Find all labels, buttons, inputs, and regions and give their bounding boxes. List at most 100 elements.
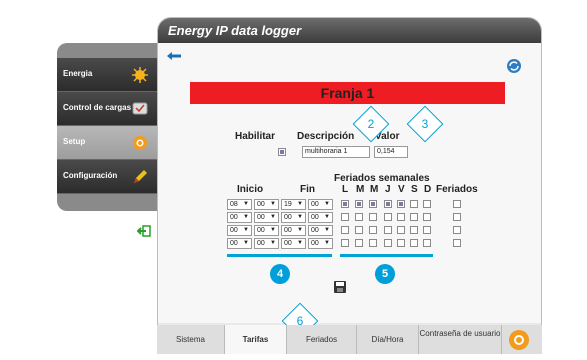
feriados-checkbox[interactable]: [453, 200, 461, 208]
day-checkbox[interactable]: [355, 213, 363, 221]
chevron-down-icon: ▼: [297, 214, 303, 220]
sidebar-item-label: Configuración: [63, 171, 118, 180]
day-checkbox[interactable]: [355, 239, 363, 247]
inicio-hour-select[interactable]: 08 ▼: [227, 199, 252, 210]
day-checkbox[interactable]: [410, 239, 418, 247]
sidebar-item-energia[interactable]: Energia: [57, 58, 157, 92]
sidebar-item-control-de-cargas[interactable]: Control de cargas: [57, 92, 157, 126]
day-checkbox[interactable]: [341, 213, 349, 221]
inicio-minute-select[interactable]: 00 ▼: [254, 199, 279, 210]
select-value: 00: [284, 240, 292, 247]
fin-minute-select[interactable]: 00 ▼: [308, 199, 333, 210]
inicio-hour-select[interactable]: 00 ▼: [227, 238, 252, 249]
chevron-down-icon: ▼: [324, 201, 330, 207]
day-checkbox[interactable]: [384, 239, 392, 247]
day-checkbox[interactable]: [341, 200, 349, 208]
feriados-checkbox[interactable]: [453, 226, 461, 234]
refresh-icon[interactable]: [506, 58, 522, 74]
day-checkbox[interactable]: [397, 239, 405, 247]
select-value: 00: [311, 227, 319, 234]
valor-input[interactable]: 0,154: [374, 146, 408, 158]
chevron-down-icon: ▼: [324, 214, 330, 220]
day-checkbox[interactable]: [397, 226, 405, 234]
tab-dia-hora[interactable]: Día/Hora: [357, 325, 419, 354]
select-value: 00: [257, 240, 265, 247]
sidebar-item-configuracion[interactable]: Configuración: [57, 160, 157, 194]
day-checkbox[interactable]: [423, 213, 431, 221]
page-title: Franja 1: [320, 85, 375, 101]
gear-icon[interactable]: [508, 329, 530, 351]
tab-feriados[interactable]: Feriados: [287, 325, 357, 354]
tab-contrasena[interactable]: Contraseña de usuario: [419, 325, 502, 354]
day-checkbox[interactable]: [397, 213, 405, 221]
select-value: 00: [311, 214, 319, 221]
day-checkbox[interactable]: [423, 226, 431, 234]
habilitar-label: Habilitar: [235, 131, 276, 142]
select-value: 08: [230, 201, 238, 208]
days-highlight-bar: [340, 254, 433, 257]
feriados-checkbox[interactable]: [453, 239, 461, 247]
descripcion-input[interactable]: multihoraria 1: [302, 146, 370, 158]
tab-tarifas[interactable]: Tarifas: [225, 325, 287, 354]
feriados-checkbox[interactable]: [453, 213, 461, 221]
day-checkbox[interactable]: [410, 226, 418, 234]
inicio-hour-select[interactable]: 00 ▼: [227, 225, 252, 236]
side-menu: Energia Control de cargas Setup Configur…: [57, 43, 157, 211]
chevron-down-icon: ▼: [243, 214, 249, 220]
select-value: 00: [311, 240, 319, 247]
day-checkbox[interactable]: [410, 200, 418, 208]
bottom-tab-bar: Sistema Tarifas Feriados Día/Hora Contra…: [157, 325, 542, 354]
day-checkbox[interactable]: [423, 200, 431, 208]
exit-icon[interactable]: [137, 225, 151, 237]
day-checkbox[interactable]: [355, 200, 363, 208]
inicio-hour-select[interactable]: 00 ▼: [227, 212, 252, 223]
fin-minute-select[interactable]: 00 ▼: [308, 225, 333, 236]
chevron-down-icon: ▼: [243, 201, 249, 207]
window-title: Energy IP data logger: [168, 23, 302, 38]
chevron-down-icon: ▼: [297, 227, 303, 233]
callout-number-2: 2: [367, 117, 375, 131]
inicio-label: Inicio: [237, 184, 264, 195]
sidebar-item-setup[interactable]: Setup: [57, 126, 157, 160]
day-header-v: V: [398, 184, 405, 195]
day-checkbox[interactable]: [410, 213, 418, 221]
tab-sistema[interactable]: Sistema: [157, 325, 225, 354]
day-checkbox[interactable]: [355, 226, 363, 234]
select-value: 00: [257, 227, 265, 234]
fin-hour-select[interactable]: 00 ▼: [281, 225, 306, 236]
day-header-d: D: [424, 184, 432, 195]
main-window: Energy IP data logger: [157, 17, 542, 354]
sidebar-item-label: Setup: [63, 137, 86, 146]
sidebar-item-label: Control de cargas: [63, 103, 132, 112]
day-checkbox[interactable]: [384, 226, 392, 234]
day-checkbox[interactable]: [369, 226, 377, 234]
fin-hour-select[interactable]: 00 ▼: [281, 212, 306, 223]
select-value: 00: [230, 214, 238, 221]
habilitar-checkbox[interactable]: [278, 148, 286, 156]
day-checkbox[interactable]: [341, 239, 349, 247]
sidebar-item-label: Energia: [63, 69, 93, 78]
day-checkbox[interactable]: [341, 226, 349, 234]
day-checkbox[interactable]: [384, 200, 392, 208]
fin-hour-select[interactable]: 00 ▼: [281, 238, 306, 249]
day-header-j: J: [385, 184, 391, 195]
fin-label: Fin: [300, 184, 315, 195]
callout-badge-5: 5: [375, 264, 395, 284]
tab-label: Tarifas: [242, 335, 269, 344]
day-checkbox[interactable]: [423, 239, 431, 247]
save-icon[interactable]: [333, 280, 347, 294]
day-checkbox[interactable]: [384, 213, 392, 221]
fin-hour-select[interactable]: 19 ▼: [281, 199, 306, 210]
fin-minute-select[interactable]: 00 ▼: [308, 212, 333, 223]
day-checkbox[interactable]: [369, 213, 377, 221]
day-checkbox[interactable]: [369, 239, 377, 247]
inicio-minute-select[interactable]: 00 ▼: [254, 225, 279, 236]
inicio-minute-select[interactable]: 00 ▼: [254, 238, 279, 249]
inicio-minute-select[interactable]: 00 ▼: [254, 212, 279, 223]
day-checkbox[interactable]: [397, 200, 405, 208]
fin-minute-select[interactable]: 00 ▼: [308, 238, 333, 249]
chevron-down-icon: ▼: [270, 214, 276, 220]
back-arrow-icon[interactable]: [166, 51, 182, 61]
day-checkbox[interactable]: [369, 200, 377, 208]
select-value: 00: [311, 201, 319, 208]
